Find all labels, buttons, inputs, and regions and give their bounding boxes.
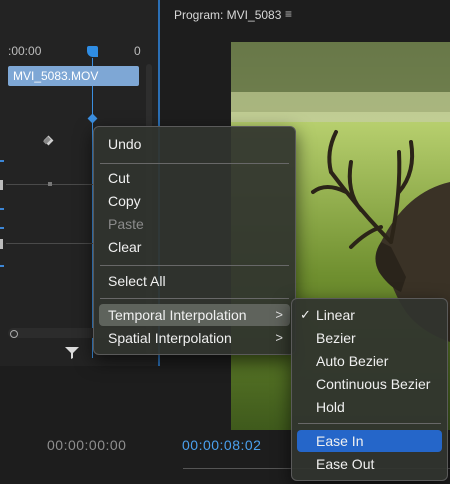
property-marker	[0, 265, 4, 267]
menu-item-temporal-interpolation[interactable]: Temporal Interpolation	[108, 307, 247, 323]
submenu-item-hold[interactable]: Hold	[316, 399, 345, 415]
panel-menu-icon[interactable]: ≡	[285, 7, 292, 21]
program-timecode[interactable]: 00:00:08:02	[182, 437, 261, 453]
ruler-end-label: 0	[134, 44, 141, 58]
checkmark-icon: ✓	[300, 307, 311, 322]
submenu-item-ease-in[interactable]: Ease In	[316, 433, 363, 449]
program-monitor-title: Program: MVI_5083	[174, 8, 282, 22]
menu-item-spatial-interpolation[interactable]: Spatial Interpolation	[108, 330, 232, 346]
menu-separator	[100, 265, 289, 266]
chevron-right-icon: >	[275, 307, 283, 322]
ruler-start-label: :00:00	[8, 44, 42, 58]
context-menu: Undo Cut Copy Paste Clear Select All Tem…	[93, 126, 296, 355]
submenu-item-bezier[interactable]: Bezier	[316, 330, 356, 346]
menu-item-undo[interactable]: Undo	[108, 136, 141, 152]
effect-controls-timecode[interactable]: 00:00:00:00	[47, 437, 126, 453]
submenu-item-auto-bezier[interactable]: Auto Bezier	[316, 353, 388, 369]
property-marker	[0, 208, 4, 210]
property-marker	[0, 227, 4, 229]
value-graph-line	[6, 243, 94, 244]
zoom-handle[interactable]	[10, 330, 18, 338]
filter-icon[interactable]	[64, 346, 80, 360]
interpolation-submenu: ✓ Linear Bezier Auto Bezier Continuous B…	[291, 298, 448, 481]
property-marker	[0, 160, 4, 162]
clip-name: MVI_5083.MOV	[13, 69, 99, 83]
submenu-item-continuous-bezier[interactable]: Continuous Bezier	[316, 376, 430, 392]
property-indicator	[0, 180, 3, 190]
menu-item-cut[interactable]: Cut	[108, 170, 130, 186]
menu-item-clear[interactable]: Clear	[108, 239, 141, 255]
graph-point[interactable]	[48, 182, 52, 186]
chevron-right-icon: >	[275, 330, 283, 345]
playhead-handle[interactable]	[87, 46, 98, 57]
menu-item-select-all[interactable]: Select All	[108, 273, 166, 289]
submenu-item-ease-out[interactable]: Ease Out	[316, 456, 374, 472]
menu-separator	[100, 163, 289, 164]
menu-item-paste: Paste	[108, 216, 144, 232]
menu-separator	[100, 298, 289, 299]
timeline-ruler[interactable]: :00:00 0	[0, 42, 158, 62]
menu-item-copy[interactable]: Copy	[108, 193, 141, 209]
property-indicator	[0, 239, 3, 249]
menu-separator	[298, 423, 441, 424]
clip-bar[interactable]: MVI_5083.MOV	[8, 66, 139, 86]
submenu-item-linear[interactable]: Linear	[316, 307, 355, 323]
